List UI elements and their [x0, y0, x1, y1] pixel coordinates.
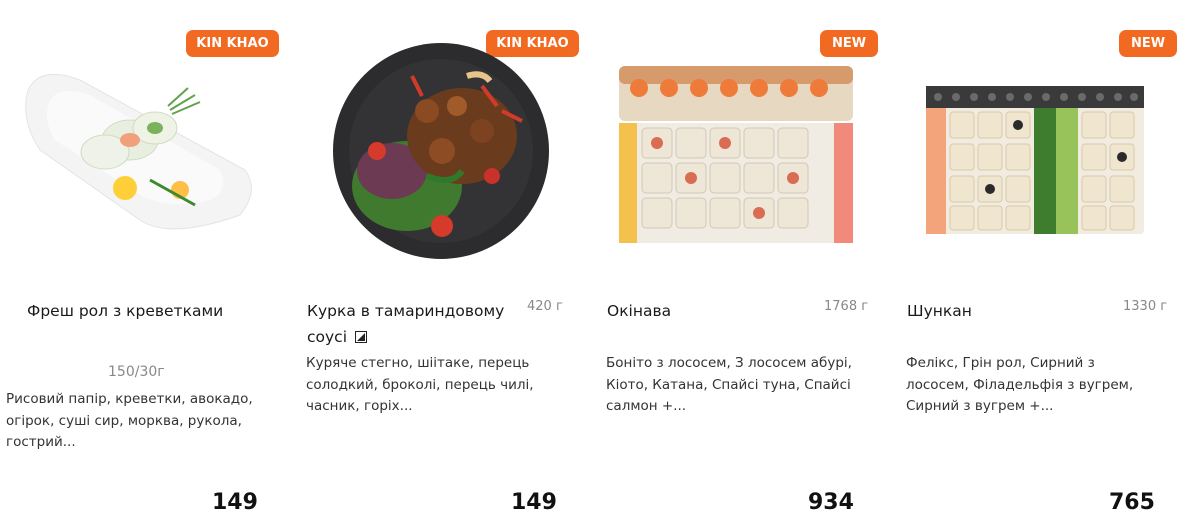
- product-name[interactable]: Фреш рол з креветками: [27, 298, 267, 324]
- product-description: Куряче стегно, шіітаке, перець солодкий,…: [306, 355, 534, 414]
- product-name[interactable]: Окінава: [607, 298, 822, 324]
- product-image[interactable]: [926, 86, 1146, 326]
- product-weight: 1768 г: [824, 299, 869, 314]
- product-card[interactable]: KIN KHAO Фреш рол з креветками 150/30г Р…: [0, 0, 298, 531]
- product-price: 765: [1109, 490, 1155, 515]
- chili-indicator-icon: [354, 331, 367, 343]
- product-card[interactable]: KIN KHAO Курка в тамариндовому соусі 420…: [300, 0, 598, 531]
- product-name-text[interactable]: Курка в тамариндовому соусі: [307, 302, 504, 346]
- product-weight: 420 г: [527, 299, 563, 314]
- product-image[interactable]: [614, 58, 858, 298]
- product-image[interactable]: [332, 36, 552, 276]
- product-image[interactable]: [20, 40, 260, 280]
- product-name[interactable]: Шункан: [907, 298, 1122, 324]
- product-badge: NEW: [1119, 30, 1177, 57]
- product-price: 149: [511, 490, 557, 515]
- product-weight: 150/30г: [108, 364, 165, 380]
- product-name[interactable]: Курка в тамариндовому соусі: [307, 298, 522, 350]
- product-description: Рисовий папір, креветки, авокадо, огірок…: [6, 391, 253, 450]
- product-description: Боніто з лососем, З лососем абурі, Кіото…: [606, 355, 852, 414]
- product-name-text[interactable]: Шункан: [907, 302, 972, 320]
- product-name-text[interactable]: Фреш рол з креветками: [27, 302, 223, 320]
- product-price: 149: [212, 490, 258, 515]
- product-name-text[interactable]: Окінава: [607, 302, 671, 320]
- product-badge: NEW: [820, 30, 878, 57]
- product-description: Фелікс, Грін рол, Сирний з лососем, Філа…: [906, 355, 1134, 414]
- product-card[interactable]: NEW Шункан 1330 г Фелікс, Грін рол, Сирн…: [900, 0, 1187, 531]
- product-price: 934: [808, 490, 854, 515]
- product-weight: 1330 г: [1123, 299, 1168, 314]
- product-card[interactable]: NEW Окінава 1768 г Боніто з лососем, З л…: [600, 0, 898, 531]
